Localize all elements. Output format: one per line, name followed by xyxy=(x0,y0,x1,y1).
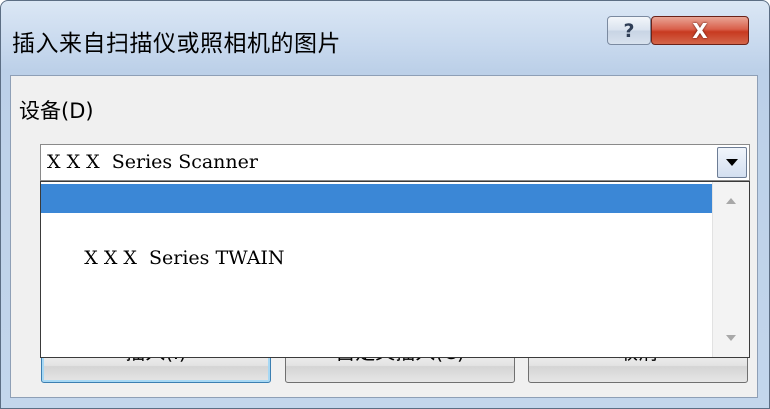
dialog-window: 插入来自扫描仪或照相机的图片 ? X 设备(D) X X X Series Sc… xyxy=(0,0,770,409)
dialog-title: 插入来自扫描仪或照相机的图片 xyxy=(12,31,341,57)
list-item-label: X X X Series TWAIN xyxy=(84,247,285,269)
device-label: 设备(D) xyxy=(19,99,94,123)
help-icon: ? xyxy=(623,19,635,42)
scroll-up-icon[interactable] xyxy=(726,198,736,204)
dropdown-scrollbar[interactable] xyxy=(712,182,749,357)
help-button[interactable]: ? xyxy=(607,16,651,45)
list-item-device-twain[interactable]: X X X Series TWAIN xyxy=(41,216,713,269)
device-dropdown-list[interactable]: X X X Series Scanner X X X Series TWAIN xyxy=(40,181,750,358)
close-icon: X xyxy=(692,18,708,43)
close-button[interactable]: X xyxy=(651,16,749,45)
scroll-down-icon[interactable] xyxy=(726,335,736,341)
dropdown-toggle-button[interactable] xyxy=(717,147,747,178)
list-item-device-scanner[interactable]: X X X Series Scanner xyxy=(41,184,713,237)
device-selected-value: X X X Series Scanner xyxy=(47,151,258,173)
chevron-down-icon xyxy=(726,159,738,166)
device-combobox[interactable]: X X X Series Scanner xyxy=(40,144,750,181)
